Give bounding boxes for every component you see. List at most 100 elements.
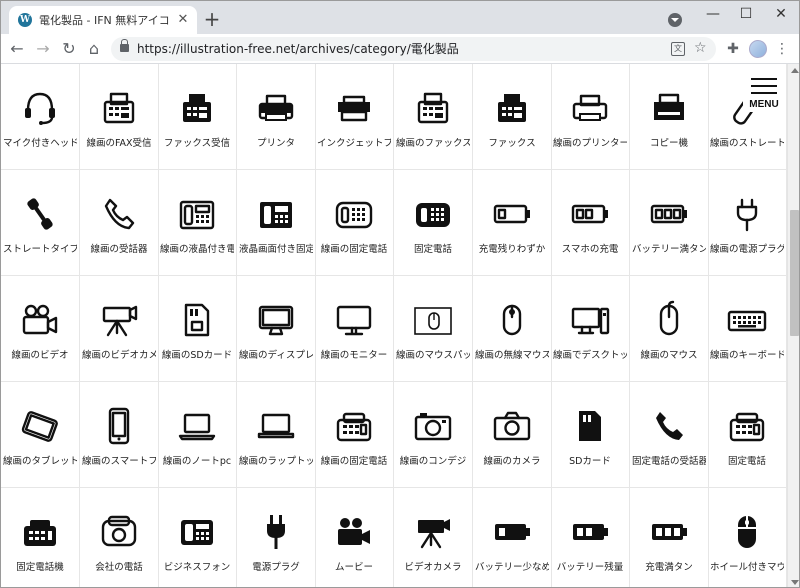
- icon-tile-label: 線画のビデオ: [11, 350, 69, 361]
- icon-tile[interactable]: スマホの充電: [551, 170, 630, 276]
- icon-tile[interactable]: プリンタ: [237, 64, 316, 170]
- icon-tile[interactable]: 線画の電源プラグ: [708, 170, 787, 276]
- icon-tile[interactable]: 線画の固定電話: [315, 170, 394, 276]
- icon-tile[interactable]: 固定電話: [708, 382, 787, 488]
- back-button[interactable]: ←: [6, 38, 28, 60]
- home-button[interactable]: ⌂: [83, 38, 105, 60]
- icon-tile[interactable]: 線画のノートpc: [158, 382, 237, 488]
- icon-tile[interactable]: コピー機: [630, 64, 709, 170]
- new-tab-button[interactable]: +: [201, 9, 223, 31]
- close-icon[interactable]: ✕: [175, 12, 191, 28]
- browser-toolbar: ← → ↻ ⌂ https://illustration-free.net/ar…: [1, 34, 799, 64]
- tab-search-icon[interactable]: [668, 13, 682, 27]
- icon-tile[interactable]: 線画の無線マウス: [473, 276, 552, 382]
- bookmark-star-icon[interactable]: ☆: [694, 40, 707, 56]
- icon-tile[interactable]: 固定電話の受話器: [630, 382, 709, 488]
- icon-tile[interactable]: 線画のキーボード: [708, 276, 787, 382]
- icon-tile[interactable]: 線画のモニター: [315, 276, 394, 382]
- fax-outline-icon: [99, 88, 139, 128]
- icon-tile[interactable]: 線画のマウス: [630, 276, 709, 382]
- icon-tile[interactable]: 線画のコンデジ: [394, 382, 473, 488]
- icon-tile[interactable]: 線画のラップトップ: [237, 382, 316, 488]
- translate-icon[interactable]: 文: [671, 42, 685, 56]
- icon-tile[interactable]: 線画のファックス: [394, 64, 473, 170]
- icon-tile[interactable]: 線画の液晶付き電話: [158, 170, 237, 276]
- icon-tile-label: ファックス受信: [163, 138, 231, 149]
- icon-tile[interactable]: ファックス受信: [158, 64, 237, 170]
- icon-tile-label: インクジェットプリンタ: [317, 138, 391, 149]
- icon-tile-label: ビデオカメラ: [404, 562, 462, 573]
- icon-tile[interactable]: 電源プラグ: [237, 488, 316, 587]
- icon-tile[interactable]: 線画の固定電話: [315, 382, 394, 488]
- icon-tile[interactable]: 線画のFAX受信: [80, 64, 159, 170]
- icon-tile[interactable]: 線画のカメラ: [473, 382, 552, 488]
- icon-tile[interactable]: バッテリー残量: [551, 488, 630, 587]
- desk-phone-outline-icon: [334, 194, 374, 234]
- maximize-button[interactable]: ☐: [731, 4, 761, 24]
- browser-window: W 電化製品 - IFN 無料アイコン・S ✕ + — ☐ ✕ ← → ↻ ⌂ …: [0, 0, 800, 588]
- icon-tile[interactable]: 線画のスマートフォン: [80, 382, 159, 488]
- hamburger-icon: [751, 78, 777, 80]
- icon-tile[interactable]: 線画のマウスパッド: [394, 276, 473, 382]
- icon-tile[interactable]: SDカード: [551, 382, 630, 488]
- fax-icon: [492, 88, 532, 128]
- icon-tile-label: ムービー: [334, 562, 373, 573]
- lock-icon[interactable]: [120, 39, 129, 52]
- icon-tile-label: 線画のノートpc: [162, 456, 232, 467]
- icon-tile[interactable]: 線画の受話器: [80, 170, 159, 276]
- profile-avatar[interactable]: [749, 40, 767, 58]
- icon-tile[interactable]: ビデオカメラ: [394, 488, 473, 587]
- icon-tile[interactable]: ホイール付きマウス: [708, 488, 787, 587]
- window-close-button[interactable]: ✕: [766, 4, 796, 24]
- icon-tile[interactable]: 充電残りわずか: [473, 170, 552, 276]
- icon-tile[interactable]: 固定電話: [394, 170, 473, 276]
- icon-tile[interactable]: 会社の電話: [80, 488, 159, 587]
- icon-tile[interactable]: 線画のディスプレイ: [237, 276, 316, 382]
- icon-tile-label: 線画のコンデジ: [399, 456, 467, 467]
- icon-tile[interactable]: 線画のタブレット: [1, 382, 80, 488]
- browser-tab[interactable]: W 電化製品 - IFN 無料アイコン・S ✕: [9, 6, 197, 34]
- icon-tile-label: 線画のスマートフォン: [82, 456, 156, 467]
- tablet-icon: [20, 406, 60, 446]
- page-content: マイク付きヘッドセット線画のFAX受信ファックス受信 プリンタ インクジェットプリン…: [1, 64, 787, 587]
- icon-tile[interactable]: 固定電話機: [1, 488, 80, 587]
- address-bar[interactable]: https://illustration-free.net/archives/c…: [111, 37, 716, 61]
- icon-tile[interactable]: バッテリー満タン: [630, 170, 709, 276]
- scroll-thumb[interactable]: [790, 210, 799, 336]
- battery-full-filled-icon: [649, 512, 689, 552]
- icon-tile[interactable]: 線画でデスクトップ: [551, 276, 630, 382]
- icon-tile[interactable]: バッテリー少なめ: [473, 488, 552, 587]
- wordpress-icon: W: [18, 13, 32, 27]
- icon-tile[interactable]: 充電満タン: [630, 488, 709, 587]
- icon-tile-label: ビジネスフォン: [163, 562, 231, 573]
- icon-tile-label: 固定電話: [413, 244, 452, 255]
- icon-tile[interactable]: ストレートタイプ: [1, 170, 80, 276]
- icon-tile-label: 線画のビデオカメラ: [82, 350, 156, 361]
- battery-low-filled-icon: [492, 512, 532, 552]
- icon-tile[interactable]: 線画のビデオ: [1, 276, 80, 382]
- icon-tile[interactable]: ムービー: [315, 488, 394, 587]
- camera-outline-icon: [492, 406, 532, 446]
- icon-tile[interactable]: インクジェットプリンタ: [315, 64, 394, 170]
- icon-tile[interactable]: 液晶画面付き固定電話: [237, 170, 316, 276]
- icon-tile[interactable]: 線画のビデオカメラ: [80, 276, 159, 382]
- icon-tile[interactable]: ビジネスフォン: [158, 488, 237, 587]
- icon-tile[interactable]: マイク付きヘッドセット: [1, 64, 80, 170]
- scroll-down-icon[interactable]: [791, 580, 799, 585]
- icon-tile-label: 線画のモニター: [320, 350, 388, 361]
- mouse-outline-icon: [649, 300, 689, 340]
- icon-tile[interactable]: ファックス: [473, 64, 552, 170]
- icon-tile[interactable]: 線画のプリンター: [551, 64, 630, 170]
- site-menu-button[interactable]: MENU: [743, 72, 785, 112]
- forward-button[interactable]: →: [32, 38, 54, 60]
- scroll-up-icon[interactable]: [791, 68, 799, 73]
- reload-button[interactable]: ↻: [58, 38, 80, 60]
- vertical-scrollbar[interactable]: [787, 64, 799, 587]
- extensions-puzzle-icon[interactable]: ✚: [725, 41, 741, 57]
- minimize-button[interactable]: —: [698, 4, 728, 24]
- browser-menu-icon[interactable]: ⋮: [775, 40, 789, 58]
- printer-outline-icon: [570, 88, 610, 128]
- icon-tile[interactable]: 線画のSDカード: [158, 276, 237, 382]
- icon-tile-label: 線画のストレート: [710, 138, 784, 149]
- plug-filled-icon: [256, 512, 296, 552]
